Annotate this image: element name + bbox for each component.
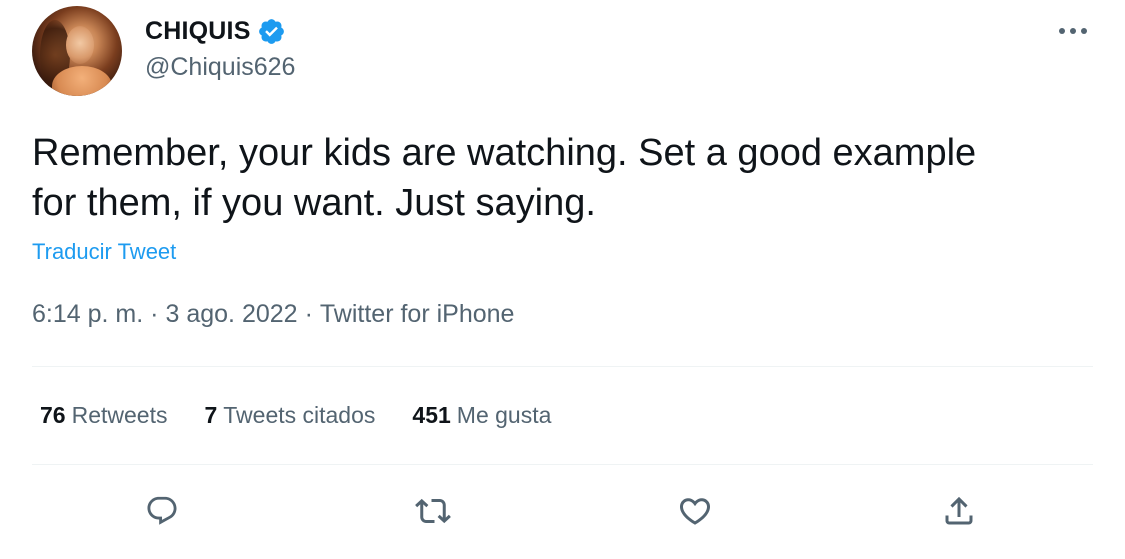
tweet-card: CHIQUIS @Chiquis626 Remember, your kids …: [0, 0, 1125, 559]
likes-stat[interactable]: 451 Me gusta: [412, 402, 551, 429]
reply-button[interactable]: [137, 486, 187, 536]
like-button[interactable]: [670, 486, 720, 536]
avatar-face: [66, 26, 94, 64]
author-name-row: CHIQUIS: [145, 14, 286, 48]
meta-separator: ·: [304, 300, 313, 328]
author-display-name[interactable]: CHIQUIS: [145, 17, 251, 46]
author-handle[interactable]: @Chiquis626: [145, 53, 295, 82]
tweet-source[interactable]: Twitter for iPhone: [320, 300, 515, 329]
retweet-icon: [415, 498, 451, 524]
tweet-actions: [32, 486, 1093, 536]
retweets-stat[interactable]: 76 Retweets: [40, 402, 167, 429]
share-icon: [945, 496, 973, 525]
translate-tweet-link[interactable]: Traducir Tweet: [32, 239, 176, 265]
divider-top: [32, 366, 1093, 367]
retweets-count: 76: [40, 402, 66, 428]
quotes-stat[interactable]: 7 Tweets citados: [204, 402, 375, 429]
more-horizontal-icon: [1059, 28, 1087, 34]
meta-separator: ·: [150, 300, 159, 328]
quotes-count: 7: [204, 402, 218, 428]
tweet-meta: 6:14 p. m. · 3 ago. 2022 · Twitter for i…: [32, 300, 514, 329]
verified-badge-icon: [257, 17, 286, 46]
tweet-time[interactable]: 6:14 p. m.: [32, 300, 143, 329]
tweet-text: Remember, your kids are watching. Set a …: [32, 132, 977, 224]
reply-icon: [147, 496, 177, 525]
likes-label: Me gusta: [456, 402, 552, 428]
avatar[interactable]: [32, 6, 122, 96]
share-button[interactable]: [934, 486, 984, 536]
quotes-label: Tweets citados: [223, 402, 376, 428]
tweet-date[interactable]: 3 ago. 2022: [166, 300, 298, 329]
retweet-button[interactable]: [408, 486, 458, 536]
heart-icon: [679, 498, 711, 525]
retweets-label: Retweets: [71, 402, 168, 428]
more-options-button[interactable]: [1057, 19, 1089, 43]
likes-count: 451: [412, 402, 451, 428]
divider-bottom: [32, 464, 1093, 465]
tweet-stats: 76 Retweets 7 Tweets citados 451 Me gusta: [40, 402, 588, 429]
avatar-shoulder: [52, 66, 112, 96]
